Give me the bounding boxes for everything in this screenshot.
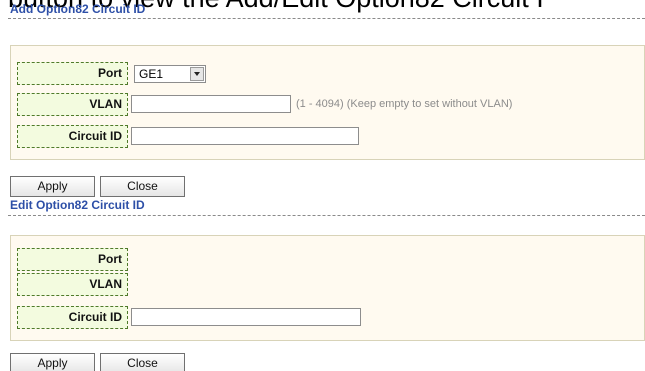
add-circuit-label: Circuit ID — [17, 125, 128, 148]
add-section-title: Add Option82 Circuit ID — [10, 2, 146, 16]
add-circuit-input[interactable] — [131, 127, 359, 145]
edit-title-divider — [8, 215, 645, 216]
chevron-down-icon[interactable] — [190, 67, 204, 81]
edit-section-title: Edit Option82 Circuit ID — [10, 198, 145, 212]
add-vlan-input[interactable] — [131, 95, 291, 113]
edit-circuit-label: Circuit ID — [17, 306, 128, 329]
add-port-label: Port — [17, 62, 128, 85]
add-port-select-value: GE1 — [139, 67, 164, 81]
edit-port-label: Port — [17, 248, 128, 271]
edit-vlan-label: VLAN — [17, 273, 128, 296]
edit-form-panel: Port VLAN Circuit ID — [10, 235, 645, 341]
edit-close-button[interactable]: Close — [100, 353, 185, 371]
add-close-button[interactable]: Close — [100, 176, 185, 197]
option82-page: button to view the Add/Edit Option82 Cir… — [0, 0, 645, 371]
add-vlan-label: VLAN — [17, 93, 128, 116]
edit-apply-button[interactable]: Apply — [10, 353, 95, 371]
add-title-divider — [8, 18, 645, 19]
add-apply-button[interactable]: Apply — [10, 176, 95, 197]
add-port-select[interactable]: GE1 — [134, 65, 206, 83]
add-form-panel: Port GE1 VLAN (1 - 4094) (Keep empty to … — [10, 45, 645, 160]
add-vlan-hint: (1 - 4094) (Keep empty to set without VL… — [296, 98, 513, 110]
edit-circuit-input[interactable] — [131, 308, 361, 326]
